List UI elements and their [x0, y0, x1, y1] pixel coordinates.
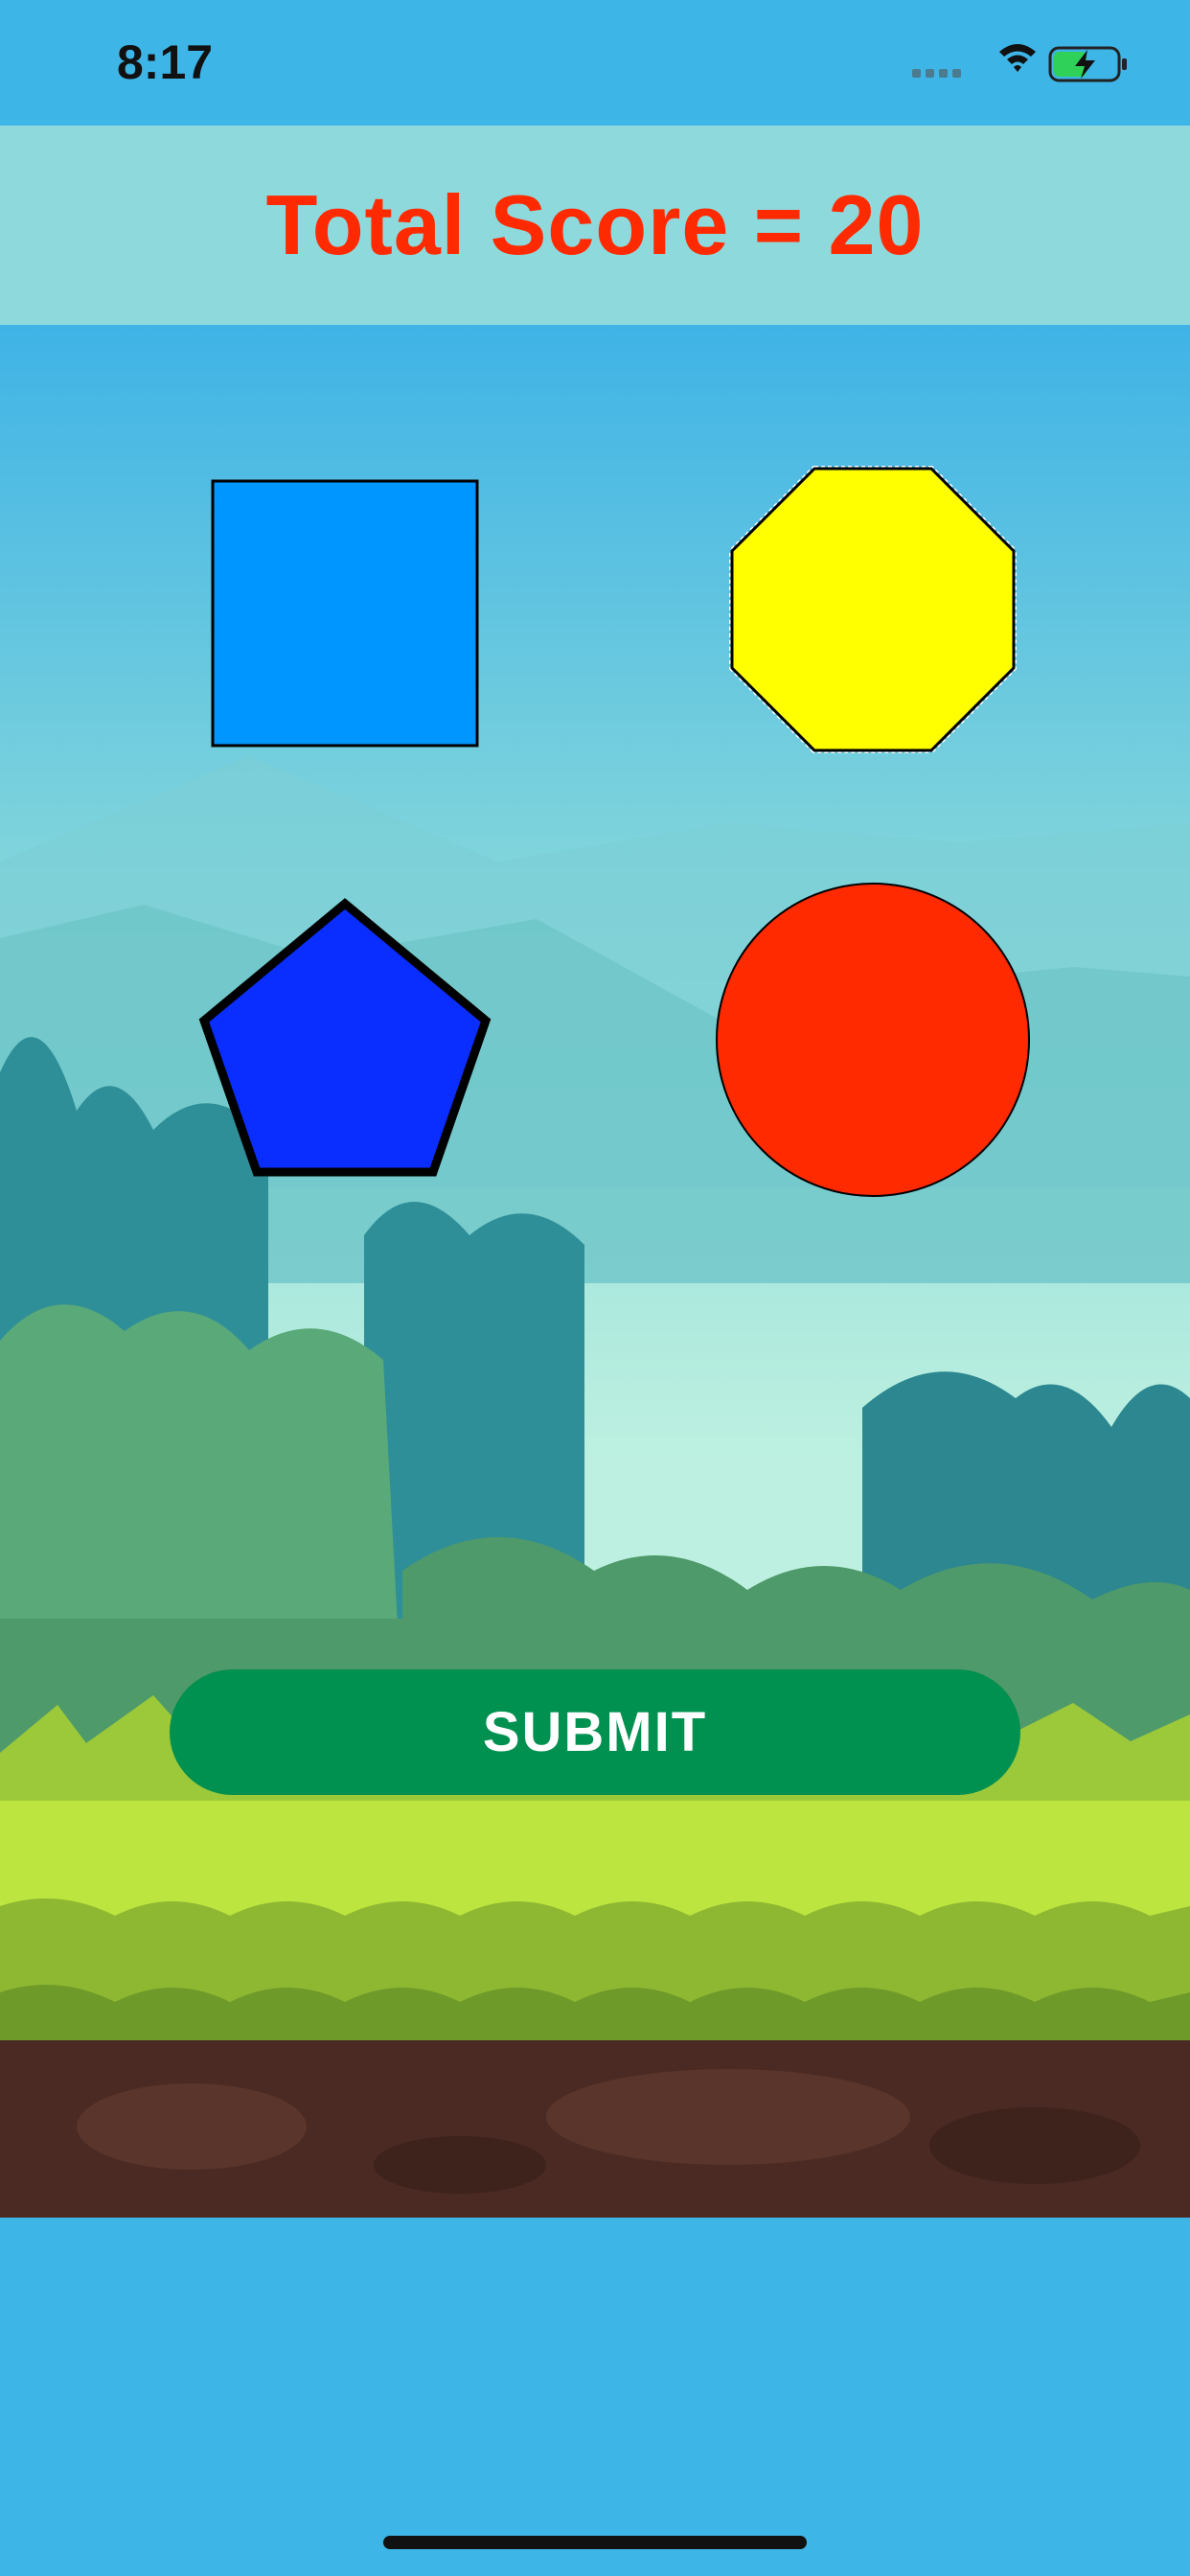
signal-icon — [912, 69, 961, 78]
shape-octagon[interactable] — [728, 465, 1018, 754]
wifi-icon — [999, 44, 1036, 72]
status-icons — [912, 44, 1127, 82]
octagon-shape — [730, 467, 1016, 752]
total-score: Total Score = 20 — [265, 177, 925, 272]
circle-shape — [716, 883, 1030, 1197]
status-time: 8:17 — [117, 35, 214, 89]
status-bar: 8:17 — [0, 0, 1190, 126]
home-indicator[interactable] — [383, 2536, 807, 2549]
bottom-area — [0, 2218, 1190, 2576]
submit-button[interactable]: SUBMIT — [170, 1669, 1020, 1795]
battery-charging-icon — [1048, 46, 1127, 82]
square-shape — [211, 479, 479, 748]
pentagon-shape — [198, 898, 492, 1177]
score-header: Total Score = 20 — [0, 126, 1190, 325]
game-scene: SUBMIT — [0, 325, 1190, 2218]
game-screen: 8:17 Total Score = 20 SUBMIT — [0, 0, 1190, 2576]
shape-circle[interactable] — [715, 882, 1031, 1198]
shape-square[interactable] — [211, 479, 479, 748]
shape-pentagon[interactable] — [196, 896, 493, 1180]
